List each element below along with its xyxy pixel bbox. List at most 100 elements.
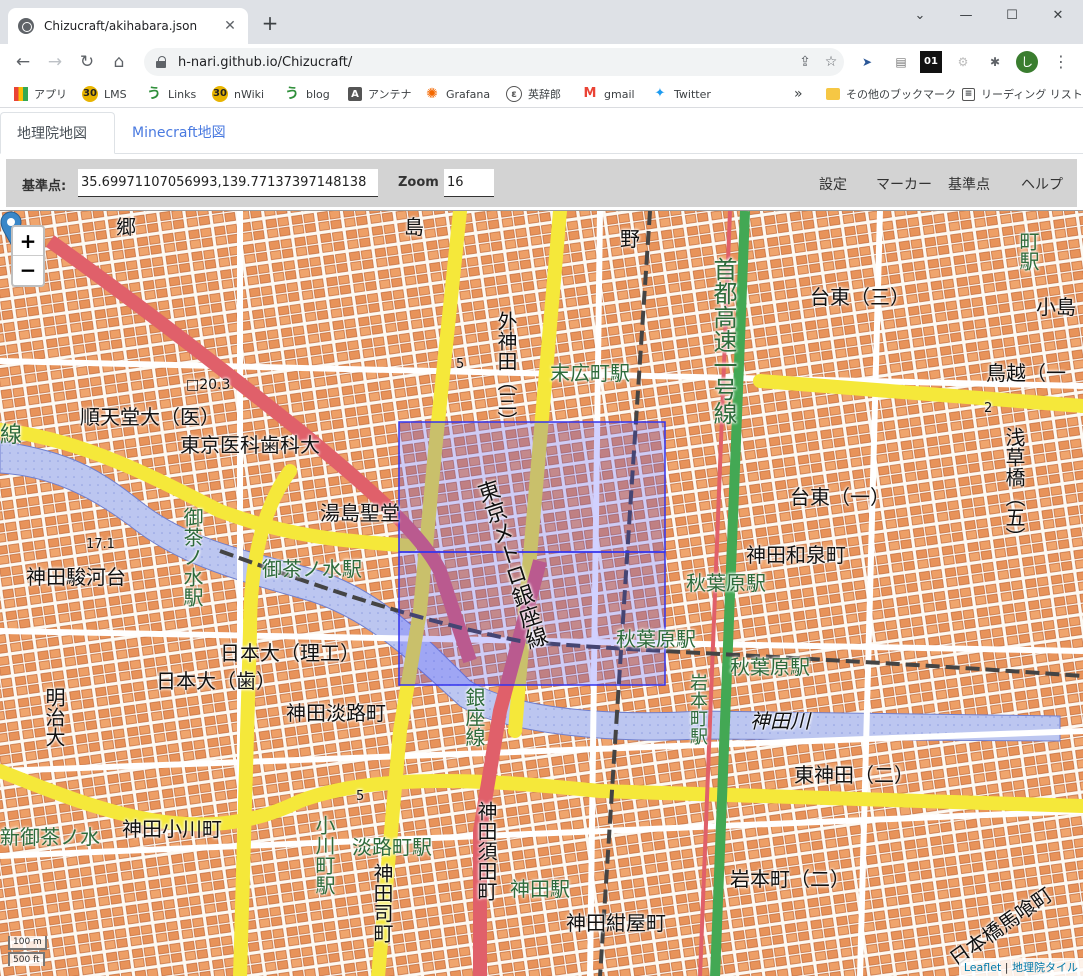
base-point-input[interactable] [78, 169, 378, 197]
forward-icon[interactable]: → [42, 49, 68, 75]
map-label: 岩本町（二） [730, 867, 850, 891]
extensions-puzzle-icon[interactable]: ✱ [984, 51, 1006, 73]
map-label: 神田須田町 [474, 801, 498, 901]
map-label: 東神田（二） [794, 763, 914, 787]
map-label: 新御茶ノ水 [0, 825, 100, 849]
browser-tab[interactable]: Chizucraft/akihabara.json ✕ [8, 8, 248, 44]
map-label: 郷 [116, 215, 136, 239]
tab-gsi-map[interactable]: 地理院地図 [0, 112, 115, 154]
bookmark-blog[interactable]: う blog [284, 84, 330, 104]
scale-metric: 100 m [8, 936, 47, 950]
pukiwiki-icon: う [147, 86, 161, 102]
binary-extension-icon[interactable]: 01 [920, 51, 942, 73]
map-label: □20.3 [186, 377, 231, 393]
bookmark-antenna[interactable]: A アンテナ [348, 84, 412, 104]
map-label: 御茶ノ水駅 [180, 507, 204, 607]
tab-minecraft-map[interactable]: Minecraft地図 [116, 112, 242, 154]
map-label: 日本大（理工） [220, 641, 360, 665]
map-label: 秋葉原駅 [686, 571, 766, 595]
map-label: 台東（三） [810, 285, 910, 309]
bookmark-label: 英辞郎 [528, 88, 561, 101]
bookmark-star-icon[interactable]: ☆ [818, 54, 844, 70]
marker-menu[interactable]: マーカー [876, 174, 932, 194]
pukiwiki-icon: う [285, 86, 299, 102]
map-label: 島 [404, 215, 424, 239]
bookmark-grafana[interactable]: ✺ Grafana [424, 84, 490, 104]
map-label: 台東（一） [790, 485, 890, 509]
settings-menu[interactable]: 設定 [819, 174, 847, 194]
map-label: 秋葉原駅 [730, 655, 810, 679]
leaflet-link[interactable]: Leaflet [964, 961, 1001, 974]
cursor-extension-icon[interactable]: ➤ [856, 51, 878, 73]
new-tab-button[interactable]: + [258, 11, 282, 35]
moodle-icon: 30 [82, 86, 98, 102]
back-icon[interactable]: ← [10, 49, 36, 75]
page-tabs: 地理院地図 Minecraft地図 [0, 112, 1083, 154]
bookmark-eijiro[interactable]: ε 英辞郎 [506, 84, 561, 104]
bookmark-label: blog [306, 87, 330, 101]
map-label: 線 [0, 423, 23, 448]
minimize-button[interactable]: — [952, 6, 980, 26]
bookmarks-bar: アプリ 30 LMS う Links 30 nWiki う blog A アンテ… [0, 80, 1083, 108]
url-text[interactable]: h-nari.github.io/Chizucraft/ [178, 55, 792, 70]
gsi-tiles-link[interactable]: 地理院タイル [1012, 961, 1078, 974]
map-view[interactable]: 順天堂大（医） 東京医科歯科大 湯島聖堂 神田駿河台 御茶ノ水駅 御茶ノ水駅 日… [0, 210, 1083, 976]
bookmark-label: Links [168, 87, 197, 101]
browser-toolbar: ← → ↻ ⌂ h-nari.github.io/Chizucraft/ ⇪ ☆… [0, 44, 1083, 80]
bookmark-twitter[interactable]: ✦ Twitter [652, 84, 711, 104]
menu-kebab-icon[interactable]: ⋮ [1050, 51, 1072, 73]
map-label: 小島 [1036, 295, 1076, 319]
attribution-separator: | [1001, 961, 1012, 974]
bookmark-label: アプリ [34, 88, 67, 101]
help-menu[interactable]: ヘルプ [1021, 174, 1063, 194]
address-bar[interactable]: h-nari.github.io/Chizucraft/ ⇪ ☆ [144, 48, 844, 76]
map-tiles [0, 211, 1083, 976]
control-bar: 基準点: Zoom 設定 マーカー 基準点 ヘルプ [6, 159, 1077, 207]
zoom-input[interactable] [444, 169, 494, 197]
reload-icon[interactable]: ↻ [74, 49, 100, 75]
close-tab-icon[interactable]: ✕ [222, 18, 238, 34]
tab-search-icon[interactable]: ⌄ [906, 6, 934, 26]
bookmark-gmail[interactable]: M gmail [582, 84, 635, 104]
map-label: 首都高速一号線 [709, 257, 737, 425]
home-icon[interactable]: ⌂ [106, 49, 132, 75]
map-label: 秋葉原駅 [616, 627, 696, 651]
bookmark-label: Grafana [446, 87, 491, 101]
share-icon[interactable]: ⇪ [792, 54, 818, 70]
map-label: 銀座線 [462, 687, 486, 747]
map-label: 岩本町駅 [687, 673, 708, 745]
bookmark-label: gmail [604, 87, 635, 101]
bookmark-nwiki[interactable]: 30 nWiki [212, 84, 264, 104]
more-bookmarks-chevron-icon[interactable]: » [794, 84, 803, 104]
close-window-button[interactable]: ✕ [1044, 6, 1072, 26]
bookmark-apps[interactable]: アプリ [14, 84, 67, 104]
zoom-in-button[interactable]: + [13, 227, 43, 256]
gear-extension-icon[interactable]: ⚙ [952, 51, 974, 73]
maximize-button[interactable]: ☐ [998, 6, 1026, 26]
tab-title: Chizucraft/akihabara.json [44, 19, 198, 33]
gmail-icon: M [583, 86, 597, 101]
scale-imperial: 500 ft [8, 952, 45, 966]
other-bookmarks-folder[interactable]: その他のブックマーク [826, 84, 956, 104]
reading-list[interactable]: ≡ リーディング リスト [962, 84, 1083, 104]
bookmark-label: アンテナ [368, 88, 412, 101]
folder-icon [826, 88, 840, 100]
profile-avatar[interactable]: し [1016, 51, 1038, 73]
bookmark-label: Twitter [674, 87, 711, 101]
map-label: 2 [984, 401, 993, 416]
reading-list-icon: ≡ [962, 87, 975, 101]
map-label: 浅草橋（五） [1002, 427, 1026, 547]
map-label: 神田和泉町 [746, 543, 846, 567]
map-label: 外神田（三） [494, 311, 518, 431]
base-point-menu[interactable]: 基準点 [948, 174, 990, 194]
map-label: 5 [456, 357, 465, 372]
map-label: 順天堂大（医） [80, 405, 220, 429]
note-extension-icon[interactable]: ▤ [890, 51, 912, 73]
attribution: Leaflet | 地理院タイル [958, 958, 1083, 976]
map-label: 町駅 [1016, 231, 1040, 271]
map-label: 野 [620, 227, 640, 251]
bookmark-lms[interactable]: 30 LMS [82, 84, 127, 104]
bookmark-links[interactable]: う Links [146, 84, 196, 104]
bookmark-label: リーディング リスト [981, 88, 1083, 101]
zoom-out-button[interactable]: − [13, 256, 43, 285]
